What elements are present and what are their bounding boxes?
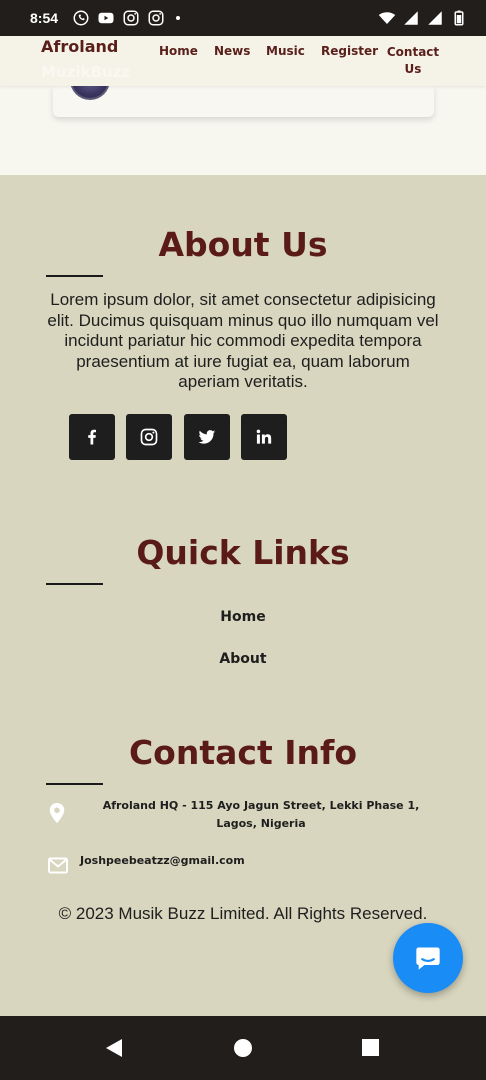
facebook-button[interactable] [69,414,115,460]
quick-links-title: Quick Links [136,533,350,572]
site-navbar: Afroland MuzikBuzz Home News Music Regis… [0,36,486,86]
status-bar: 8:54 [0,0,486,36]
nav-register-link[interactable]: Register [321,44,378,58]
whatsapp-icon [73,10,89,26]
email-icon [48,857,68,874]
back-icon[interactable] [104,1038,124,1058]
youtube-icon [98,12,114,24]
quick-link-home[interactable]: Home [0,609,486,625]
home-circle-icon[interactable] [234,1039,252,1057]
nav-news-link[interactable]: News [214,44,250,58]
contact-title: Contact Info [128,733,358,772]
wifi-icon [378,12,396,24]
linkedin-icon [256,429,272,444]
about-underline [46,275,103,277]
more-notifications-dot [176,16,181,20]
instagram-icon [148,10,164,26]
contact-underline [46,783,103,785]
signal-icon [404,11,418,25]
chat-bubble-icon [416,947,440,970]
notification-icons [72,9,181,27]
twitter-button[interactable] [184,414,230,460]
content-section-tail [0,74,486,175]
nav-contact-link[interactable]: Contact Us [386,44,440,78]
android-navigation-bar [0,1016,486,1080]
contact-address: Afroland HQ - 115 Ayo Jagun Street, Lekk… [102,799,420,830]
about-text: Lorem ipsum dolor, sit amet consectetur … [47,290,439,391]
recent-apps-icon[interactable] [362,1039,379,1056]
status-time: 8:54 [30,10,59,26]
instagram-icon [123,10,139,26]
signal-icon [428,11,442,25]
copyright-text: © 2023 Musik Buzz Limited. All Rights Re… [58,904,428,923]
brand-subtitle: MuzikBuzz [41,63,131,81]
battery-icon [454,10,464,26]
location-pin-icon [49,803,65,823]
instagram-icon [140,428,158,446]
quick-link-about[interactable]: About [0,651,486,667]
post-card[interactable] [53,74,434,117]
twitter-icon [198,430,216,444]
linkedin-button[interactable] [241,414,287,460]
about-title: About Us [158,225,328,264]
chat-button[interactable] [393,923,463,993]
instagram-button[interactable] [126,414,172,460]
facebook-icon [88,429,96,445]
quick-links-underline [46,583,103,585]
nav-home-link[interactable]: Home [159,44,198,58]
nav-music-link[interactable]: Music [266,44,305,58]
system-icons [378,9,468,27]
brand-logo[interactable]: Afroland [41,37,118,56]
contact-email[interactable]: Joshpeebeatzz@gmail.com [80,854,245,867]
